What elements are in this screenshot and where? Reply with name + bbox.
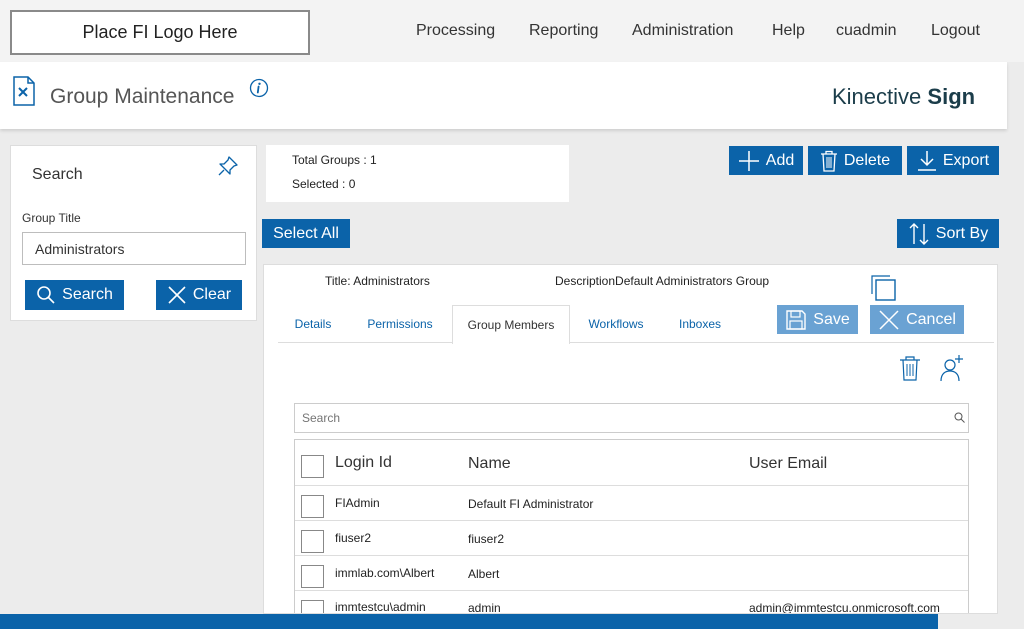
cell-name: Default FI Administrator [468, 497, 594, 511]
group-summary: Total Groups : 1 Selected : 0 [266, 145, 569, 202]
cell-name: Albert [468, 567, 500, 581]
cancel-button[interactable]: Cancel [870, 305, 964, 334]
row-divider [295, 485, 968, 486]
export-button[interactable]: Export [907, 146, 999, 175]
nav-help[interactable]: Help [772, 22, 805, 40]
page-title-bar: Group Maintenance Kinective Sign [0, 62, 1007, 129]
search-button-label: Search [62, 286, 113, 303]
nav-user-account[interactable]: cuadmin [836, 22, 896, 40]
cell-login-id: fiuser2 [335, 531, 372, 545]
add-button[interactable]: Add [729, 146, 803, 175]
cell-name: admin [468, 601, 501, 614]
search-button[interactable]: Search [25, 280, 124, 310]
total-groups: Total Groups : 1 [292, 153, 377, 167]
tab-permissions-label: Permissions [367, 317, 433, 331]
row-divider [295, 590, 968, 591]
page-title: Group Maintenance [50, 85, 235, 108]
clear-button[interactable]: Clear [156, 280, 242, 310]
column-header-user-email: User Email [749, 455, 828, 472]
tab-workflows[interactable]: Workflows [576, 305, 656, 343]
nav-administration[interactable]: Administration [632, 22, 733, 40]
tab-workflows-label: Workflows [588, 317, 644, 331]
cell-email: admin@immtestcu.onmicrosoft.com [749, 601, 940, 614]
search-panel: Search Group Title Search Clear [10, 145, 257, 321]
column-header-name: Name [468, 455, 511, 472]
tabs-divider [278, 342, 994, 343]
fi-logo-placeholder: Place FI Logo Here [10, 10, 310, 55]
select-all-label: Select All [273, 224, 339, 242]
trash-icon[interactable] [899, 355, 921, 381]
cell-login-id: immtestcu\admin [335, 600, 426, 614]
select-all-button[interactable]: Select All [262, 219, 350, 248]
info-icon[interactable] [249, 78, 269, 98]
row-checkbox[interactable] [301, 530, 324, 553]
group-description: DescriptionDefault Administrators Group [555, 274, 769, 288]
add-button-label: Add [765, 151, 795, 169]
row-divider [295, 520, 968, 521]
search-icon[interactable] [954, 412, 965, 423]
export-button-label: Export [942, 151, 990, 169]
brand-name-bold: Sign [927, 84, 976, 109]
trash-icon [820, 150, 837, 172]
row-checkbox[interactable] [301, 600, 324, 613]
tab-group-members-label: Group Members [467, 318, 555, 332]
row-divider [295, 555, 968, 556]
cell-login-id: immlab.com\Albert [335, 566, 435, 580]
brand-logo: Kinective Sign [832, 84, 975, 110]
search-panel-title: Search [32, 166, 83, 183]
tab-permissions[interactable]: Permissions [354, 305, 446, 343]
save-icon [786, 309, 806, 330]
tab-inboxes-label: Inboxes [678, 317, 722, 331]
cell-name: fiuser2 [468, 532, 505, 546]
pin-icon[interactable] [216, 154, 240, 178]
download-icon [917, 150, 936, 171]
nav-reporting[interactable]: Reporting [529, 22, 598, 40]
top-navigation-bar: Place FI Logo Here Processing Reporting … [0, 0, 1024, 62]
tab-details-label: Details [294, 317, 332, 331]
document-icon [13, 76, 35, 106]
close-icon [879, 309, 899, 330]
nav-logout[interactable]: Logout [931, 22, 980, 40]
sort-by-label: Sort By [935, 224, 989, 242]
plus-icon [738, 150, 759, 171]
description-value: Default Administrators Group [615, 274, 770, 288]
cell-login-id: FIAdmin [335, 496, 380, 510]
members-table: Login Id Name User Email FIAdmin Default… [294, 439, 969, 614]
row-checkbox[interactable] [301, 495, 324, 518]
nav-processing[interactable]: Processing [416, 22, 495, 40]
delete-button-label: Delete [843, 151, 891, 169]
logo-placeholder-text: Place FI Logo Here [82, 22, 238, 42]
add-user-icon[interactable] [939, 354, 965, 382]
group-detail-card: Title: Administrators DescriptionDefault… [263, 264, 998, 614]
description-label: Description [555, 274, 616, 288]
bottom-bar [0, 614, 938, 629]
close-icon [168, 286, 186, 304]
tab-group-members[interactable]: Group Members [452, 305, 570, 344]
selected-count: Selected : 0 [292, 177, 356, 191]
brand-name: Kinective [832, 84, 922, 109]
tab-inboxes[interactable]: Inboxes [664, 305, 736, 343]
save-button[interactable]: Save [777, 305, 858, 334]
group-title-input[interactable] [22, 232, 246, 265]
delete-button[interactable]: Delete [808, 146, 902, 175]
group-title-text: Title: Administrators [325, 274, 430, 288]
member-search-input[interactable] [294, 403, 969, 433]
clear-button-label: Clear [192, 286, 232, 303]
sort-by-button[interactable]: Sort By [897, 219, 999, 248]
search-icon [37, 286, 55, 304]
column-header-login-id: Login Id [335, 454, 392, 471]
save-button-label: Save [813, 310, 850, 328]
group-title-label: Group Title [22, 211, 81, 225]
sort-icon [909, 222, 929, 245]
row-checkbox[interactable] [301, 565, 324, 588]
tab-details[interactable]: Details [278, 305, 348, 343]
cancel-button-label: Cancel [906, 310, 956, 328]
copy-icon[interactable] [870, 274, 896, 301]
select-all-members-checkbox[interactable] [301, 455, 324, 478]
